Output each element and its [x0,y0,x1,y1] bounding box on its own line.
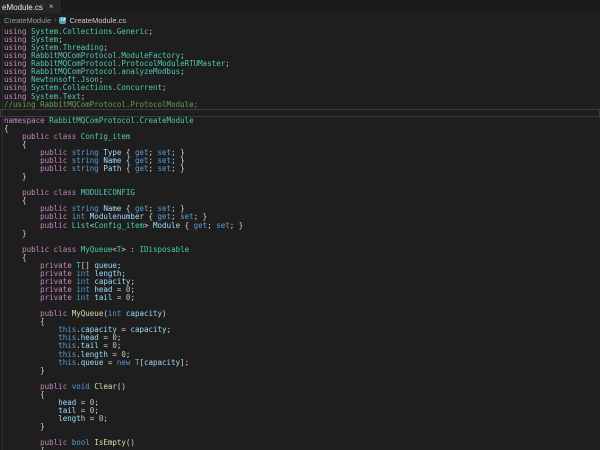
code-token: ; [130,293,135,302]
code-token: this [58,358,76,367]
code-line[interactable]: length = 0; [0,415,600,423]
code-token: queue [81,358,104,367]
code-token: ; } [171,164,185,173]
code-token: get [135,164,149,173]
code-line[interactable]: public List<Config_item> Module { get; s… [0,222,600,230]
code-token: ; [149,27,154,36]
code-token: Config_item [94,221,144,230]
code-token: namespace [4,116,49,125]
code-token: } [4,366,45,375]
code-line[interactable]: public bool IsEmpty() [0,439,600,447]
code-token: () [126,438,135,447]
chevron-right-icon: › [54,17,56,24]
code-token: > [144,221,153,230]
code-line[interactable]: public MyQueue(int capacity) [0,310,600,318]
code-token: ; [162,83,167,92]
code-token [4,293,40,302]
code-token: IDisposable [139,245,189,254]
code-token: ; } [230,221,244,230]
breadcrumb-item-folder[interactable]: CreateModule [4,16,51,25]
gutter-edge-line [2,26,3,450]
code-token: IsEmpty [94,438,126,447]
tab-createmodule-cs[interactable]: eModule.cs × [0,0,62,14]
code-line[interactable]: public class MyQueue<T> : IDisposable [0,246,600,254]
close-icon[interactable]: × [49,3,54,11]
code-line[interactable]: } [0,423,600,431]
code-token: //using RabbitMQComProtocol.ProtocolModu… [4,100,198,109]
code-token: ; [149,164,158,173]
code-line[interactable]: public class Config_item [0,133,600,141]
breadcrumb-item-file[interactable]: CreateModule.cs [69,16,126,25]
code-token: string [72,164,104,173]
code-token: () [117,382,126,391]
editor-pane[interactable]: using System.Collections.Generic; using S… [0,26,600,450]
code-token: public [40,221,72,230]
code-line[interactable]: } [0,230,600,238]
code-token: { [180,221,194,230]
code-token: public class [22,132,81,141]
code-token: public [40,438,72,447]
code-token: capacity [126,309,162,318]
code-token: public [40,164,72,173]
code-token: Path [103,164,121,173]
code-token: MODULECONFIG [81,188,135,197]
code-token: public [40,309,72,318]
code-token: capacity [130,325,166,334]
code-token: get [194,221,208,230]
code-token: ) [162,309,167,318]
tab-label: eModule.cs [2,3,43,12]
code-line[interactable]: private int tail = 0; [0,294,600,302]
breadcrumb: CreateModule › C# CreateModule.cs [0,14,600,26]
code-token: ; [103,414,108,423]
code-token: ; [167,325,172,334]
code-area[interactable]: using System.Collections.Generic; using S… [0,26,600,450]
code-token: { [121,164,135,173]
code-line[interactable]: using System.Collections.Generic; [0,28,600,36]
code-line[interactable]: namespace RabbitMQComProtocol.CreateModu… [0,117,600,125]
code-token: Module [153,221,180,230]
code-token: new [117,358,135,367]
code-token: void [72,382,95,391]
code-token: List [72,221,90,230]
code-line[interactable]: public void Clear() [0,383,600,391]
code-token: RabbitMQComProtocol.CreateModule [49,116,194,125]
code-token: MyQueue [81,245,113,254]
code-token: set [216,221,230,230]
code-token: public class [22,188,81,197]
code-token: Config_item [81,132,131,141]
code-token: = [112,293,126,302]
code-token: ; [180,67,185,76]
code-token: Clear [94,382,117,391]
tab-bar: eModule.cs × [0,0,600,14]
code-token: capacity [144,358,180,367]
code-token: tail [94,293,112,302]
code-token: set [158,164,172,173]
code-token: } [4,422,45,431]
code-line[interactable]: //using RabbitMQComProtocol.ProtocolModu… [0,101,600,109]
code-token: length [58,414,85,423]
csharp-file-icon: C# [59,17,66,24]
code-token: } [4,229,27,238]
code-token: ; [225,59,230,68]
code-token: public class [22,245,81,254]
code-token: int [108,309,126,318]
code-line[interactable]: public class MODULECONFIG [0,189,600,197]
code-line[interactable]: } [0,173,600,181]
code-line[interactable]: using System.Collections.Concurrent; [0,84,600,92]
code-token: MyQueue [72,309,104,318]
code-token: { [4,446,45,450]
code-token: } [4,172,27,181]
code-token: = [85,414,99,423]
code-line[interactable]: public string Path { get; set; } [0,165,600,173]
code-token: public [40,382,72,391]
code-token: ]; [180,358,189,367]
code-token: bool [72,438,95,447]
code-line[interactable]: } [0,367,600,375]
code-token: > : [121,245,139,254]
code-token: ; [207,221,216,230]
code-token: int [76,293,94,302]
code-line[interactable]: this.queue = new T[capacity]; [0,359,600,367]
code-token: = [103,358,117,367]
code-token: private [40,293,76,302]
